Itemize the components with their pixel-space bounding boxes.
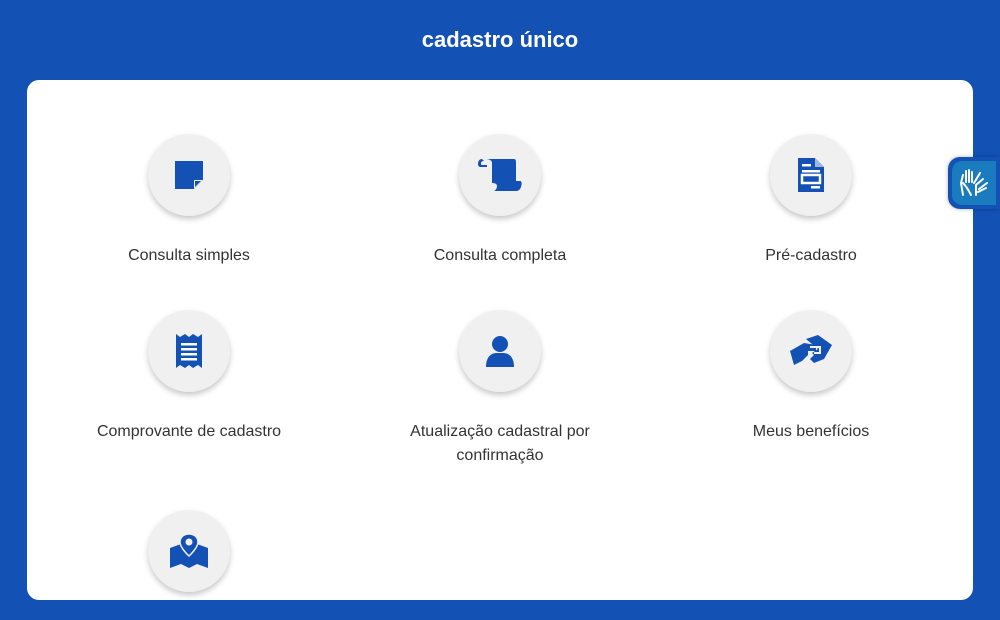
receipt-icon: [176, 334, 202, 368]
accessibility-button[interactable]: [948, 157, 1000, 209]
scroll-icon: [478, 159, 522, 191]
service-pre-cadastro[interactable]: Pré-cadastro: [681, 134, 941, 268]
service-icon-circle: [148, 134, 230, 216]
service-label: Consulta simples: [128, 247, 250, 264]
service-map[interactable]: [59, 510, 319, 620]
service-label: Consulta completa: [433, 247, 567, 264]
service-label: Comprovante de cadastro: [96, 423, 282, 440]
service-icon-circle: [770, 310, 852, 392]
handshake-icon: [790, 335, 832, 365]
service-consulta-completa[interactable]: Consulta completa: [370, 134, 630, 268]
service-icon-circle: [148, 310, 230, 392]
app-header: cadastro único: [0, 0, 1000, 80]
file-form-icon: [798, 158, 824, 192]
sticky-note-icon: [175, 161, 203, 189]
service-label: Pré-cadastro: [765, 247, 857, 264]
accessibility-button-inner: [952, 161, 996, 205]
service-icon-circle: [770, 134, 852, 216]
user-icon: [486, 336, 514, 367]
services-card: Consulta simples Consulta completa Pré-c…: [27, 80, 973, 600]
service-label: Meus benefícios: [752, 423, 870, 440]
service-label: Atualização cadastral por confirmação: [410, 423, 590, 464]
service-icon-circle: [148, 510, 230, 592]
service-icon-circle: [459, 310, 541, 392]
service-consulta-simples[interactable]: Consulta simples: [59, 134, 319, 268]
page-title: cadastro único: [421, 27, 579, 52]
service-comprovante-de-cadastro[interactable]: Comprovante de cadastro: [59, 310, 319, 444]
service-atualizacao-cadastral[interactable]: Atualização cadastral por confirmação: [370, 310, 630, 468]
sign-language-hands-icon: [959, 169, 988, 196]
service-meus-beneficios[interactable]: Meus benefícios: [681, 310, 941, 444]
service-icon-circle: [459, 134, 541, 216]
